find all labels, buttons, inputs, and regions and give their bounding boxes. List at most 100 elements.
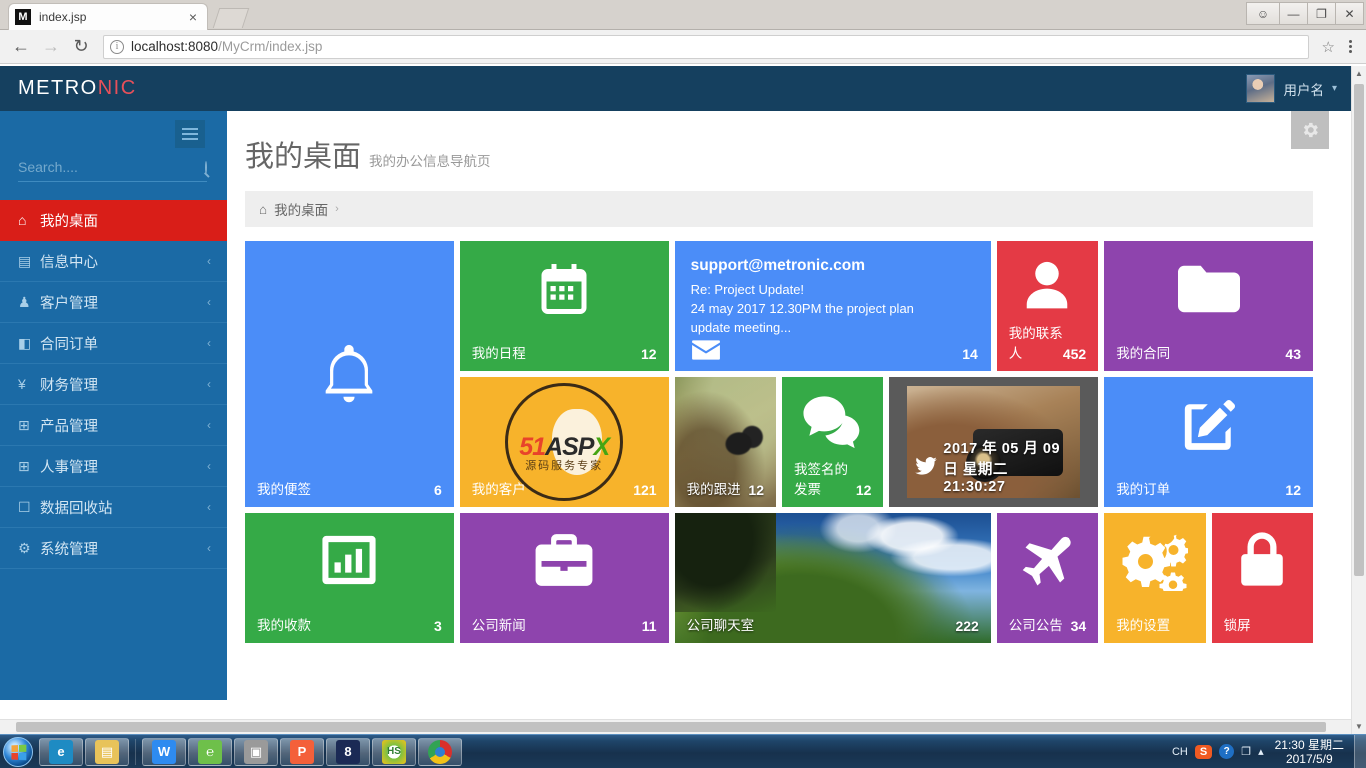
window-controls: ☺ — ❐ ✕ [1247, 2, 1364, 25]
browser-tab[interactable]: M index.jsp × [8, 3, 208, 30]
tile-contracts[interactable]: 我的合同 43 [1104, 241, 1313, 371]
bookmark-star-icon[interactable]: ☆ [1318, 38, 1339, 56]
new-tab-button[interactable] [213, 8, 249, 28]
help-icon[interactable]: ? [1219, 744, 1234, 759]
sidebar-menu: ⌂我的桌面▤信息中心‹♟客户管理‹◧合同订单‹¥财务管理‹⊞产品管理‹⊞人事管理… [0, 200, 227, 569]
settings-gear-button[interactable] [1291, 111, 1329, 149]
tile-footer: 我签名的发票 12 [782, 458, 883, 498]
screen-recorder-icon: ▣ [244, 740, 268, 764]
tile-label: 我的设置 [1116, 614, 1170, 634]
tile-clock-photo[interactable]: 2017 年 05 月 09 日 星期二 21:30:27 [889, 377, 1098, 507]
chevron-left-icon: ‹ [207, 377, 211, 391]
app-logo[interactable]: METRONIC [0, 77, 137, 100]
tile-my-settings[interactable]: 我的设置 [1104, 513, 1205, 643]
tile-footer: 我的订单 12 [1104, 478, 1313, 498]
tile-customers[interactable]: 51ASPX 源码服务专家 我的客户 121 [460, 377, 669, 507]
taskbar-item-sogou-browser[interactable]: ℮ [188, 738, 232, 766]
tab-favicon: M [15, 9, 31, 25]
sidebar-item-8[interactable]: ⚙系统管理‹ [0, 528, 227, 569]
chrome-menu-icon[interactable] [1343, 38, 1358, 55]
search-input[interactable] [18, 159, 199, 175]
system-tray: CH S ? ❐ ▴ 21:30 星期二 2017/5/9 [1172, 738, 1354, 766]
network-icon[interactable]: ❐ [1241, 745, 1251, 758]
start-button[interactable] [3, 737, 33, 767]
horizontal-scrollbar[interactable] [0, 719, 1351, 734]
taskbar-item-wps-presentation[interactable]: P [280, 738, 324, 766]
tile-count: 12 [641, 346, 657, 362]
tile-my-notes[interactable]: 我的便签 6 [245, 241, 454, 507]
back-button[interactable]: ← [8, 34, 34, 60]
tile-chatroom[interactable]: 公司聊天室 222 [675, 513, 991, 643]
tile-receipts[interactable]: 我的收款 3 [245, 513, 454, 643]
forward-button[interactable]: → [38, 34, 64, 60]
vertical-scrollbar[interactable]: ▲ ▼ [1351, 66, 1366, 734]
sidebar-item-3[interactable]: ◧合同订单‹ [0, 323, 227, 364]
sidebar-item-5[interactable]: ⊞产品管理‹ [0, 405, 227, 446]
show-desktop-button[interactable] [1354, 735, 1366, 768]
taskbar-item-wps-writer[interactable]: W [142, 738, 186, 766]
vertical-scroll-thumb[interactable] [1354, 84, 1364, 576]
scroll-down-arrow-icon[interactable]: ▼ [1352, 719, 1366, 734]
window-user-icon[interactable]: ☺ [1246, 2, 1280, 25]
sidebar-item-2[interactable]: ♟客户管理‹ [0, 282, 227, 323]
tile-my-schedule[interactable]: 我的日程 12 [460, 241, 669, 371]
taskbar-item-internet-explorer[interactable]: e [39, 738, 83, 766]
breadcrumb-item[interactable]: 我的桌面 [274, 199, 328, 219]
tile-label: 公司公告 [1009, 614, 1063, 634]
address-bar[interactable]: i localhost:8080/MyCrm/index.jsp [103, 35, 1309, 59]
tile-company-news[interactable]: 公司新闻 11 [460, 513, 669, 643]
taskbar-item-hs-app[interactable]: HS [372, 738, 416, 766]
ime-indicator[interactable]: CH [1172, 746, 1188, 758]
tile-label: 我的日程 [472, 342, 526, 362]
show-hidden-icons-chevron[interactable]: ▴ [1258, 745, 1264, 758]
sogou-ime-icon[interactable]: S [1195, 745, 1212, 759]
horizontal-scroll-thumb[interactable] [16, 722, 1326, 732]
user-menu[interactable]: 用户名 ▾ [1246, 66, 1337, 111]
reload-button[interactable]: ↻ [68, 34, 94, 60]
sidebar-item-0[interactable]: ⌂我的桌面 [0, 200, 227, 241]
tile-icon-area [245, 241, 454, 507]
user-icon: ♟ [18, 294, 40, 311]
tile-footer: 我的跟进 12 [675, 478, 776, 498]
sidebar-item-7[interactable]: ☐数据回收站‹ [0, 487, 227, 528]
sidebar-item-label: 人事管理 [40, 456, 207, 477]
tile-label: 我的便签 [257, 478, 311, 498]
lock-icon [1233, 529, 1291, 589]
tab-title: index.jsp [39, 10, 185, 24]
tile-count: 3 [434, 618, 442, 634]
landscape-photo [675, 513, 776, 612]
tile-announcements[interactable]: 公司公告 34 [997, 513, 1098, 643]
tile-label: 公司聊天室 [687, 614, 755, 634]
tile-count: 43 [1285, 346, 1301, 362]
tile-contacts[interactable]: 我的联系人 452 [997, 241, 1098, 371]
taskbar-item-navicat[interactable]: 8 [326, 738, 370, 766]
sidebar-item-6[interactable]: ⊞人事管理‹ [0, 446, 227, 487]
tile-email[interactable]: support@metronic.com Re: Project Update!… [675, 241, 991, 371]
window-minimize-button[interactable]: — [1279, 2, 1308, 25]
window-maximize-button[interactable]: ❐ [1307, 2, 1336, 25]
taskbar-item-screen-recorder[interactable]: ▣ [234, 738, 278, 766]
scroll-up-arrow-icon[interactable]: ▲ [1352, 66, 1366, 81]
window-close-button[interactable]: ✕ [1335, 2, 1364, 25]
hamburger-icon[interactable] [175, 120, 205, 148]
sidebar-item-1[interactable]: ▤信息中心‹ [0, 241, 227, 282]
yen-icon: ¥ [18, 376, 40, 392]
sidebar-item-4[interactable]: ¥财务管理‹ [0, 364, 227, 405]
taskbar-item-file-explorer[interactable]: ▤ [85, 738, 129, 766]
taskbar-item-chrome[interactable] [418, 738, 462, 766]
sidebar-item-label: 财务管理 [40, 374, 207, 395]
sidebar-item-label: 产品管理 [40, 415, 207, 436]
tile-lock-screen[interactable]: 锁屏 [1212, 513, 1313, 643]
site-info-icon[interactable]: i [110, 40, 124, 54]
tile-invoices[interactable]: 我签名的发票 12 [782, 377, 883, 507]
taskbar-clock[interactable]: 21:30 星期二 2017/5/9 [1271, 738, 1348, 766]
tile-followup[interactable]: 我的跟进 12 [675, 377, 776, 507]
chevron-down-icon: ▾ [1332, 83, 1337, 94]
tile-label: 我的合同 [1116, 342, 1170, 362]
search-icon[interactable] [205, 161, 207, 174]
tab-close-icon[interactable]: × [185, 10, 201, 24]
tile-label: 我签名的发票 [794, 458, 856, 498]
tile-orders[interactable]: 我的订单 12 [1104, 377, 1313, 507]
sidebar-search[interactable] [18, 159, 207, 182]
tile-label: 锁屏 [1224, 614, 1251, 634]
